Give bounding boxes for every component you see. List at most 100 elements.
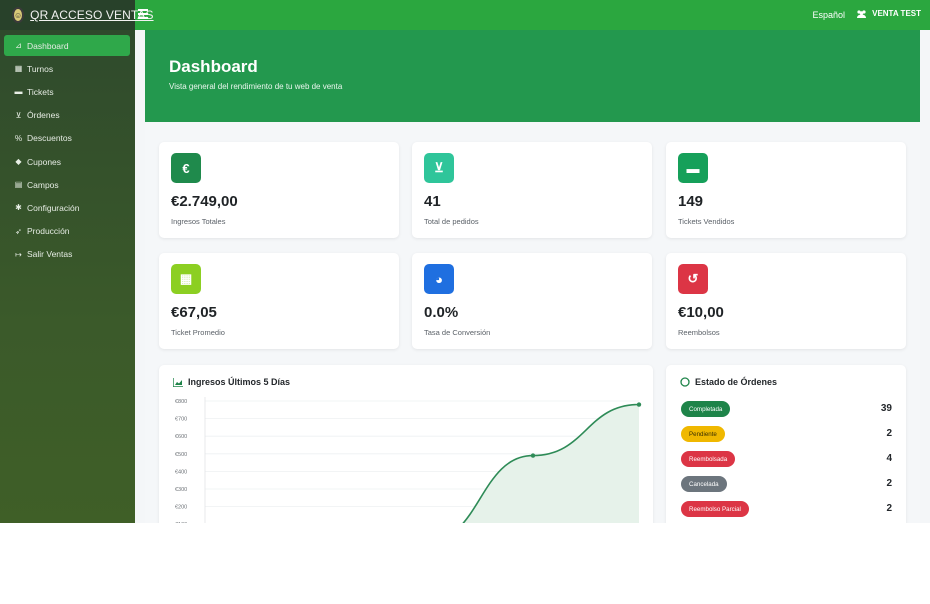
cart-icon: ⊻ bbox=[424, 153, 454, 183]
brand[interactable]: ☺ QR ACCESO VENTAS bbox=[0, 0, 153, 30]
page-subtitle: Vista general del rendimiento de tu web … bbox=[169, 82, 343, 91]
euro-icon: € bbox=[171, 153, 201, 183]
sidebar-item-tickets[interactable]: ▬ Tickets bbox=[4, 81, 130, 102]
status-badge: Reembolso Parcial bbox=[681, 501, 749, 517]
y-tick-label: €500 bbox=[175, 452, 187, 458]
sidebar-item-label: Configuración bbox=[27, 202, 80, 213]
stat-value: €2.749,00 bbox=[171, 193, 238, 210]
sidebar-item--rdenes[interactable]: ⊻ Órdenes bbox=[4, 105, 130, 126]
stat-card: ▦ €67,05 Ticket Promedio bbox=[159, 253, 399, 349]
sidebar-item-label: Órdenes bbox=[27, 110, 60, 121]
sidebar-item-campos[interactable]: ▤ Campos bbox=[4, 174, 130, 195]
user-name: VENTA TEST bbox=[872, 9, 921, 18]
sidebar-item-label: Campos bbox=[27, 179, 59, 190]
sidebar-item-configuraci-n[interactable]: ✱ Configuración bbox=[4, 197, 130, 218]
top-bar: ☺ QR ACCESO VENTAS Español VENTA TEST bbox=[0, 0, 930, 30]
status-badge: Cancelada bbox=[681, 476, 727, 492]
y-tick-label: €200 bbox=[175, 505, 187, 511]
sidebar-item-label: Cupones bbox=[27, 156, 62, 167]
status-count: 2 bbox=[886, 478, 892, 489]
stat-value: 41 bbox=[424, 193, 441, 210]
main-content: Dashboard Vista general del rendimiento … bbox=[145, 30, 920, 523]
series-area bbox=[463, 404, 639, 523]
status-count: 2 bbox=[886, 503, 892, 514]
stat-label: Ingresos Totales bbox=[171, 217, 226, 226]
sidebar-item-label: Salir Ventas bbox=[27, 249, 73, 260]
sidebar-item-cupones[interactable]: ◆ Cupones bbox=[4, 151, 130, 172]
stat-value: 0.0% bbox=[424, 304, 459, 321]
stat-card: ⊻ 41 Total de pedidos bbox=[412, 142, 652, 238]
sidebar-item-salir-ventas[interactable]: ↦ Salir Ventas bbox=[4, 244, 130, 265]
stat-label: Tickets Vendidos bbox=[678, 217, 735, 226]
sidebar: ⊿ Dashboard ▦ Turnos ▬ Tickets ⊻ Órdenes% Descue… bbox=[0, 30, 135, 523]
stat-value: €67,05 bbox=[171, 304, 217, 321]
status-count: 39 bbox=[880, 403, 892, 414]
status-badge: Pendiente bbox=[681, 426, 725, 442]
chart-line-icon: ⊿ bbox=[15, 41, 22, 50]
stat-card: ◕ 0.0% Tasa de Conversión bbox=[412, 253, 652, 349]
stat-value: 149 bbox=[678, 193, 704, 210]
brand-title[interactable]: QR ACCESO VENTAS bbox=[30, 8, 153, 22]
sidebar-item-label: Tickets bbox=[27, 86, 54, 97]
y-tick-label: €800 bbox=[175, 399, 187, 405]
page-header: Dashboard Vista general del rendimiento … bbox=[145, 30, 920, 122]
y-tick-label: €100 bbox=[175, 522, 187, 523]
y-tick-label: €700 bbox=[175, 417, 187, 423]
revenue-chart-card: Ingresos Últimos 5 Días €800 €700 €600 €500… bbox=[159, 365, 653, 523]
stat-card: € €2.749,00 Ingresos Totales bbox=[159, 142, 399, 238]
table-icon: ▤ bbox=[14, 180, 23, 190]
stat-card: ▬ 149 Tickets Vendidos bbox=[666, 142, 906, 238]
stat-label: Ticket Promedio bbox=[171, 328, 225, 337]
sidebar-item-descuentos[interactable]: % Descuentos bbox=[4, 128, 130, 149]
ticket-icon: ▬ bbox=[14, 87, 23, 97]
sidebar-item-label: Descuentos bbox=[27, 133, 72, 144]
percent-icon: % bbox=[14, 133, 23, 143]
app-viewport: ☺ QR ACCESO VENTAS Español VENTA TEST ⊿ D… bbox=[0, 0, 930, 523]
ticket-icon: ▬ bbox=[678, 153, 708, 183]
stat-value: €10,00 bbox=[678, 304, 724, 321]
sidebar-item-producci-n[interactable]: ➶ Producción bbox=[4, 221, 130, 242]
language-selector[interactable]: Español bbox=[812, 10, 845, 20]
circle-notch-icon bbox=[680, 377, 690, 387]
order-status-row: Cancelada 2 bbox=[681, 476, 892, 492]
sidebar-item-dashboard[interactable]: ⊿ Dashboard bbox=[4, 35, 130, 56]
data-point[interactable] bbox=[530, 453, 536, 458]
order-status-row: Reembolso Parcial 2 bbox=[681, 501, 892, 517]
sidebar-item-label: Dashboard bbox=[27, 40, 69, 51]
page-title: Dashboard bbox=[169, 57, 258, 76]
sidebar-item-label: Turnos bbox=[27, 63, 54, 74]
pie-chart-icon: ◕ bbox=[424, 264, 454, 294]
menu-toggle-icon[interactable] bbox=[138, 9, 148, 19]
undo-icon: ↺ bbox=[678, 264, 708, 294]
data-point[interactable] bbox=[636, 402, 642, 407]
status-count: 2 bbox=[886, 428, 892, 439]
stat-card: ↺ €10,00 Reembolsos bbox=[666, 253, 906, 349]
order-status-card: Estado de Órdenes Completada 39 Pendiente 2… bbox=[666, 365, 906, 523]
revenue-chart: €800 €700 €600 €500 €400 €300 €200 €100 bbox=[175, 397, 642, 523]
gear-icon: ✱ bbox=[15, 203, 22, 213]
order-status-row: Pendiente 2 bbox=[681, 426, 892, 442]
order-status-title: Estado de Órdenes bbox=[680, 377, 777, 387]
sign-out-icon: ↦ bbox=[15, 249, 22, 259]
order-status-row: Reembolsada 4 bbox=[681, 451, 892, 467]
stat-label: Tasa de Conversión bbox=[424, 328, 491, 337]
calculator-icon: ▦ bbox=[171, 264, 201, 294]
order-status-row: Completada 39 bbox=[681, 401, 892, 417]
tags-icon: ◆ bbox=[15, 157, 22, 166]
status-count: 4 bbox=[886, 453, 892, 464]
y-tick-label: €300 bbox=[175, 487, 187, 493]
stat-label: Reembolsos bbox=[678, 328, 720, 337]
sidebar-item-label: Producción bbox=[27, 226, 70, 237]
status-badge: Reembolsada bbox=[681, 451, 736, 467]
y-tick-label: €600 bbox=[175, 434, 187, 440]
stat-label: Total de pedidos bbox=[424, 217, 479, 226]
cart-icon: ⊻ bbox=[15, 110, 22, 120]
y-tick-label: €400 bbox=[175, 469, 187, 475]
calendar-icon: ▦ bbox=[14, 64, 23, 74]
user-menu[interactable]: VENTA TEST bbox=[856, 9, 921, 18]
sidebar-item-turnos[interactable]: ▦ Turnos bbox=[4, 58, 130, 79]
brand-logo: ☺ bbox=[12, 7, 25, 23]
status-badge: Completada bbox=[681, 401, 731, 417]
rocket-icon: ➶ bbox=[15, 226, 22, 236]
users-icon bbox=[857, 9, 867, 18]
